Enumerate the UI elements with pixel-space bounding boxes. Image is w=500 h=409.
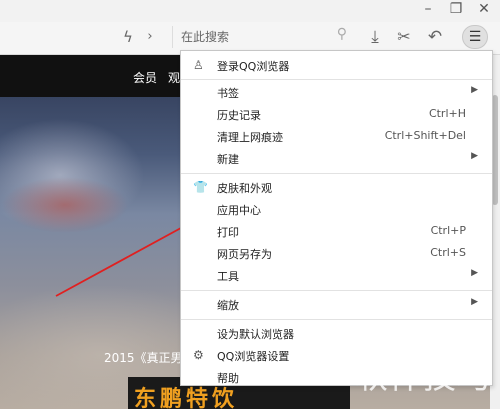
menu-item-save-as[interactable]: 网页另存为 Ctrl+S <box>181 243 492 265</box>
menu-divider <box>181 79 492 80</box>
menu-item-label: 登录QQ浏览器 <box>217 60 290 73</box>
shortcut-label: Ctrl+H <box>428 107 466 120</box>
menu-divider <box>181 173 492 174</box>
submenu-arrow-icon: ▶ <box>471 297 478 307</box>
menu-item-label: 新建 <box>217 153 239 166</box>
menu-item-label: QQ浏览器设置 <box>217 350 290 363</box>
user-icon: ♙ <box>193 58 204 72</box>
browser-menu: ♙ 登录QQ浏览器 书签 ▶ 历史记录 Ctrl+H 清理上网痕迹 Ctrl+S… <box>180 50 493 386</box>
shortcut-label: Ctrl+S <box>430 246 466 259</box>
menu-item-new[interactable]: 新建 ▶ <box>181 148 492 170</box>
gear-icon: ⚙ <box>193 348 204 362</box>
shortcut-label: Ctrl+P <box>430 224 466 237</box>
menu-item-print[interactable]: 打印 Ctrl+P <box>181 221 492 243</box>
submenu-arrow-icon: ▶ <box>471 268 478 278</box>
menu-item-label: 缩放 <box>217 299 239 312</box>
menu-item-bookmarks[interactable]: 书签 ▶ <box>181 82 492 104</box>
menu-item-label: 打印 <box>217 226 239 239</box>
shortcut-label: Ctrl+Shift+Del <box>384 129 466 142</box>
menu-item-zoom[interactable]: 缩放 ▶ <box>181 294 492 316</box>
menu-item-label: 清理上网痕迹 <box>217 131 283 144</box>
menu-item-label: 工具 <box>217 270 239 283</box>
menu-item-login[interactable]: ♙ 登录QQ浏览器 <box>181 55 492 77</box>
menu-item-label: 网页另存为 <box>217 248 272 261</box>
menu-item-app-center[interactable]: 应用中心 <box>181 199 492 221</box>
menu-item-skin[interactable]: 👕 皮肤和外观 <box>181 177 492 199</box>
submenu-arrow-icon: ▶ <box>471 85 478 95</box>
watermark: 软件技巧 <box>355 357 491 396</box>
menu-item-label: 应用中心 <box>217 204 261 217</box>
menu-item-clear-traces[interactable]: 清理上网痕迹 Ctrl+Shift+Del <box>181 126 492 148</box>
menu-item-label: 书签 <box>217 87 239 100</box>
menu-item-tools[interactable]: 工具 ▶ <box>181 265 492 287</box>
submenu-arrow-icon: ▶ <box>471 151 478 161</box>
menu-divider <box>181 290 492 291</box>
menu-item-label: 设为默认浏览器 <box>217 328 294 341</box>
menu-item-label: 帮助 <box>217 372 239 385</box>
menu-item-label: 皮肤和外观 <box>217 182 272 195</box>
menu-item-default-browser[interactable]: 设为默认浏览器 <box>181 323 492 345</box>
shirt-icon: 👕 <box>193 180 208 194</box>
menu-item-label: 历史记录 <box>217 109 261 122</box>
menu-divider <box>181 319 492 320</box>
menu-item-history[interactable]: 历史记录 Ctrl+H <box>181 104 492 126</box>
